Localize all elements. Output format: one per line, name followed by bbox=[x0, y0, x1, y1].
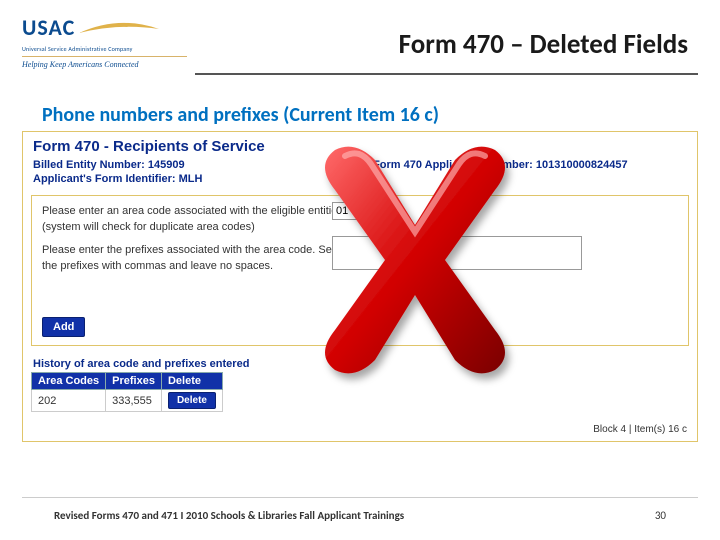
form-screenshot: Form 470 - Recipients of Service Billed … bbox=[22, 131, 698, 442]
footer-text: Revised Forms 470 and 471 I 2010 Schools… bbox=[54, 509, 404, 522]
usac-logo: USAC Universal Service Administrative Co… bbox=[22, 14, 187, 69]
table-row: 202 333,555 Delete bbox=[32, 390, 223, 412]
form-panel-title: Form 470 - Recipients of Service bbox=[23, 132, 697, 159]
col-delete: Delete bbox=[161, 373, 222, 390]
slide-subheading: Phone numbers and prefixes (Current Item… bbox=[42, 103, 720, 127]
application-number-label: Form 470 Application Number: 10131000082… bbox=[373, 159, 687, 171]
page-number: 30 bbox=[655, 509, 666, 522]
billed-entity-label: Billed Entity Number: 145909 bbox=[33, 159, 373, 171]
applicant-identifier-label: Applicant's Form Identifier: MLH bbox=[33, 173, 687, 185]
delete-button[interactable]: Delete bbox=[168, 392, 216, 409]
logo-subtitle-1: Universal Service Administrative Company bbox=[22, 45, 187, 53]
logo-subtitle-2: Helping Keep Americans Connected bbox=[22, 60, 187, 69]
area-code-input-group: Please enter an area code associated wit… bbox=[31, 195, 689, 346]
cell-prefixes: 333,555 bbox=[106, 390, 162, 412]
history-heading: History of area code and prefixes entere… bbox=[31, 354, 689, 372]
slide-header: USAC Universal Service Administrative Co… bbox=[0, 0, 720, 69]
history-table: Area Codes Prefixes Delete 202 333,555 D… bbox=[31, 372, 223, 412]
slide-title: Form 470 – Deleted Fields bbox=[187, 14, 698, 61]
block-item-info: Block 4 | Item(s) 16 c bbox=[23, 420, 697, 441]
area-code-input[interactable] bbox=[332, 202, 386, 220]
slide-footer: Revised Forms 470 and 471 I 2010 Schools… bbox=[54, 509, 666, 522]
title-underline bbox=[195, 73, 698, 75]
col-prefixes: Prefixes bbox=[106, 373, 162, 390]
footer-divider bbox=[22, 497, 698, 498]
logo-divider bbox=[22, 56, 187, 57]
add-button[interactable]: Add bbox=[42, 317, 85, 337]
instruction-line-2: (system will check for duplicate area co… bbox=[42, 220, 678, 234]
logo-swoosh-icon bbox=[79, 21, 159, 35]
logo-letters: USAC bbox=[22, 14, 75, 41]
col-area-codes: Area Codes bbox=[32, 373, 106, 390]
prefixes-textarea[interactable] bbox=[332, 236, 582, 270]
table-header-row: Area Codes Prefixes Delete bbox=[32, 373, 223, 390]
cell-area-code: 202 bbox=[32, 390, 106, 412]
